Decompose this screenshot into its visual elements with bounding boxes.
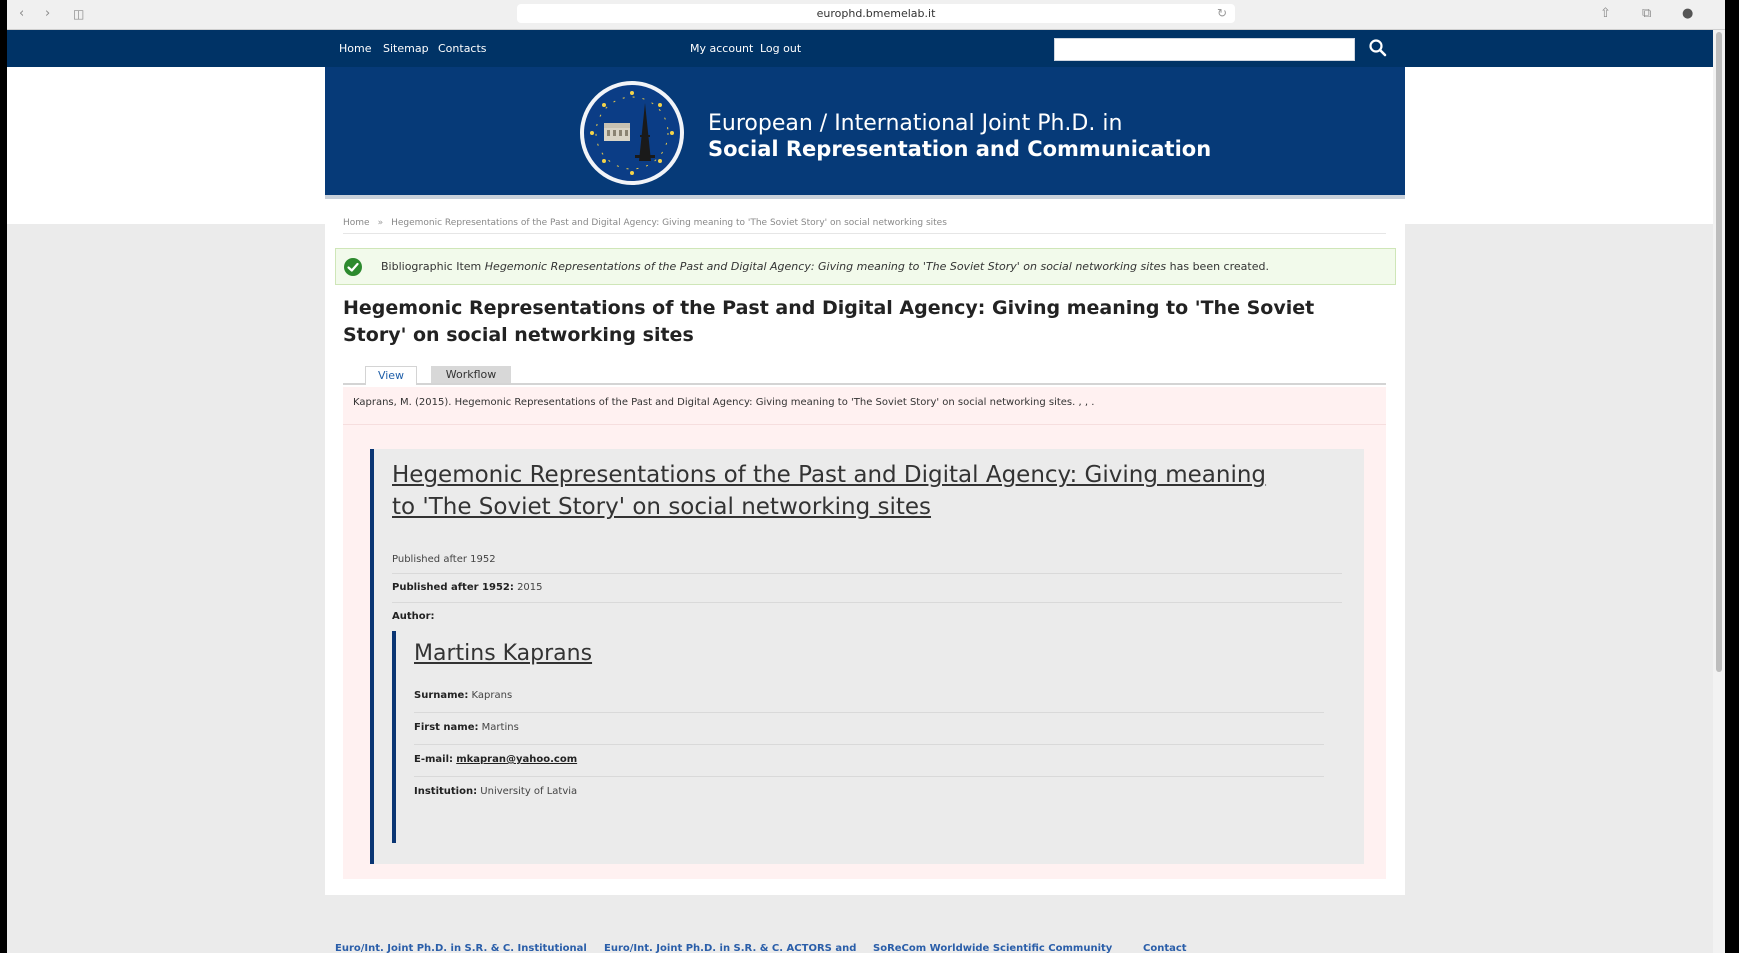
page-container: European / International Joint Ph.D. in … (325, 67, 1405, 895)
published-label: Published after 1952 (392, 554, 496, 565)
author-card: Martins Kaprans Surname: Kaprans First n… (392, 631, 1324, 843)
institution-label: Institution: (414, 786, 478, 797)
published-field: Published after 1952: 2015 (392, 581, 1342, 595)
back-icon[interactable]: ‹ (19, 6, 24, 22)
divider (392, 602, 1342, 603)
search-button[interactable] (1367, 37, 1389, 59)
divider (414, 776, 1324, 777)
banner-title-line2: Social Representation and Communication (708, 137, 1212, 161)
status-text: Bibliographic Item Hegemonic Representat… (381, 260, 1269, 274)
divider (392, 573, 1342, 574)
breadcrumb-current: Hegemonic Representations of the Past an… (391, 218, 947, 228)
site-logo[interactable] (578, 79, 686, 187)
breadcrumb-home[interactable]: Home (343, 218, 370, 228)
firstname-field: First name: Martins (414, 721, 1324, 735)
nav-sitemap[interactable]: Sitemap (383, 41, 429, 56)
footer-link-institutional[interactable]: Euro/Int. Joint Ph.D. in S.R. & C. Insti… (335, 943, 587, 953)
author-label: Author: (392, 610, 1342, 624)
scrollbar[interactable] (1713, 30, 1725, 953)
page-title: Hegemonic Representations of the Past an… (343, 297, 1315, 346)
node-content: Kaprans, M. (2015). Hegemonic Representa… (343, 387, 1386, 879)
author-name-link[interactable]: Martins Kaprans (414, 639, 592, 669)
breadcrumb-separator: » (377, 218, 384, 228)
bibliographic-card: Hegemonic Representations of the Past an… (370, 449, 1364, 864)
email-label: E-mail: (414, 754, 454, 765)
footer-link-contact[interactable]: Contact (1143, 943, 1187, 953)
tab-workflow[interactable]: Workflow (431, 366, 511, 383)
divider (414, 744, 1324, 745)
extension-icon[interactable]: ● (1682, 6, 1693, 22)
institution-field: Institution: University of Latvia (414, 785, 1324, 799)
status-suffix: has been created. (1169, 260, 1269, 273)
site-banner: European / International Joint Ph.D. in … (325, 67, 1405, 199)
address-bar[interactable]: europhd.bmemelab.it ↻ (517, 4, 1235, 23)
published-field-value: 2015 (517, 582, 543, 593)
footer-link-actors[interactable]: Euro/Int. Joint Ph.D. in S.R. & C. ACTOR… (604, 943, 856, 953)
tab-bar: View Workflow (343, 366, 1386, 385)
browser-window: ‹ › ◫ europhd.bmemelab.it ↻ ⇧ ⧉ ● Home S… (7, 0, 1725, 953)
search-input[interactable] (1054, 38, 1355, 61)
status-message: Bibliographic Item Hegemonic Representat… (335, 248, 1396, 285)
breadcrumb: Home » Hegemonic Representations of the Pa… (343, 217, 1386, 234)
author-label-text: Author: (392, 611, 435, 622)
nav-log-out[interactable]: Log out (760, 41, 801, 56)
citation-text: Kaprans, M. (2015). Hegemonic Representa… (353, 397, 1095, 408)
institution-value: University of Latvia (480, 786, 578, 797)
tab-view[interactable]: View (365, 366, 417, 385)
status-prefix: Bibliographic Item (381, 260, 482, 273)
reload-icon[interactable]: ↻ (1217, 4, 1227, 23)
surname-label: Surname: (414, 690, 469, 701)
forward-icon[interactable]: › (45, 6, 50, 22)
email-link[interactable]: mkapran@yahoo.com (456, 754, 577, 765)
top-navigation: Home Sitemap Contacts My account Log out (7, 30, 1725, 67)
email-field: E-mail: mkapran@yahoo.com (414, 753, 1324, 767)
nav-my-account[interactable]: My account (690, 41, 753, 56)
nav-contacts[interactable]: Contacts (438, 41, 487, 56)
tabs-icon[interactable]: ⧉ (1642, 6, 1651, 22)
surname-value: Kaprans (471, 690, 513, 701)
scrollbar-thumb[interactable] (1716, 32, 1722, 672)
url-text: europhd.bmemelab.it (816, 7, 936, 20)
search-icon (1369, 39, 1387, 57)
footer-link-community[interactable]: SoReCom Worldwide Scientific Community (873, 943, 1112, 953)
banner-title-line1: European / International Joint Ph.D. in (708, 111, 1123, 136)
check-circle-icon (344, 258, 362, 276)
status-item-title: Hegemonic Representations of the Past an… (484, 260, 1167, 273)
browser-toolbar: ‹ › ◫ europhd.bmemelab.it ↻ ⇧ ⧉ ● (7, 0, 1725, 30)
divider (414, 712, 1324, 713)
surname-field: Surname: Kaprans (414, 689, 1324, 703)
published-field-label: Published after 1952: (392, 582, 514, 593)
nav-home[interactable]: Home (339, 41, 371, 56)
firstname-value: Martins (481, 722, 519, 733)
share-icon[interactable]: ⇧ (1600, 6, 1611, 22)
card-title-link[interactable]: Hegemonic Representations of the Past an… (392, 459, 1292, 523)
sidebar-toggle-icon[interactable]: ◫ (73, 6, 84, 22)
footer: Euro/Int. Joint Ph.D. in S.R. & C. Insti… (7, 935, 1725, 953)
divider (343, 424, 1386, 425)
firstname-label: First name: (414, 722, 479, 733)
